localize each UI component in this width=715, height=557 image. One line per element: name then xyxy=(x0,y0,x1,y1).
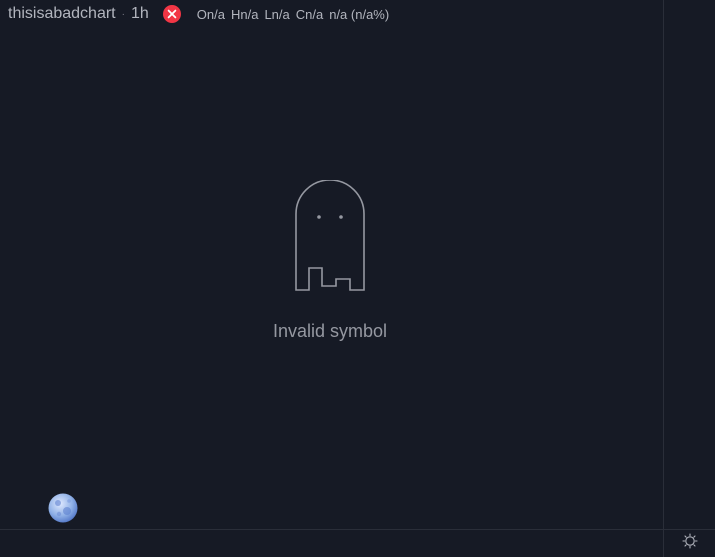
price-axis[interactable] xyxy=(663,0,715,529)
invalid-symbol-state: Invalid symbol xyxy=(230,179,430,342)
ghost-icon xyxy=(294,179,366,299)
moon-icon[interactable] xyxy=(47,492,79,524)
chart-pane[interactable]: thisisabadchart · 1h On/a Hn/a Ln/a Cn/a… xyxy=(0,0,663,529)
symbol-name[interactable]: thisisabadchart xyxy=(8,5,116,23)
ohlc-values: On/a Hn/a Ln/a Cn/a n/a (n/a%) xyxy=(197,7,395,22)
theme-toggle-button[interactable] xyxy=(663,529,715,557)
legend-separator: · xyxy=(121,8,125,20)
interval-label[interactable]: 1h xyxy=(131,5,149,23)
sun-icon xyxy=(681,533,698,554)
chart-legend: thisisabadchart · 1h On/a Hn/a Ln/a Cn/a… xyxy=(8,4,395,24)
time-axis[interactable] xyxy=(0,529,663,557)
ohlc-high: Hn/a xyxy=(230,6,259,22)
ohlc-change: n/a (n/a%) xyxy=(329,6,390,22)
chart-widget: thisisabadchart · 1h On/a Hn/a Ln/a Cn/a… xyxy=(0,0,715,557)
ohlc-open: On/a xyxy=(196,6,225,22)
ohlc-low: Ln/a xyxy=(264,6,290,22)
invalid-symbol-message: Invalid symbol xyxy=(272,321,388,341)
error-circle-icon[interactable] xyxy=(162,5,181,23)
ohlc-close: Cn/a xyxy=(295,6,324,22)
